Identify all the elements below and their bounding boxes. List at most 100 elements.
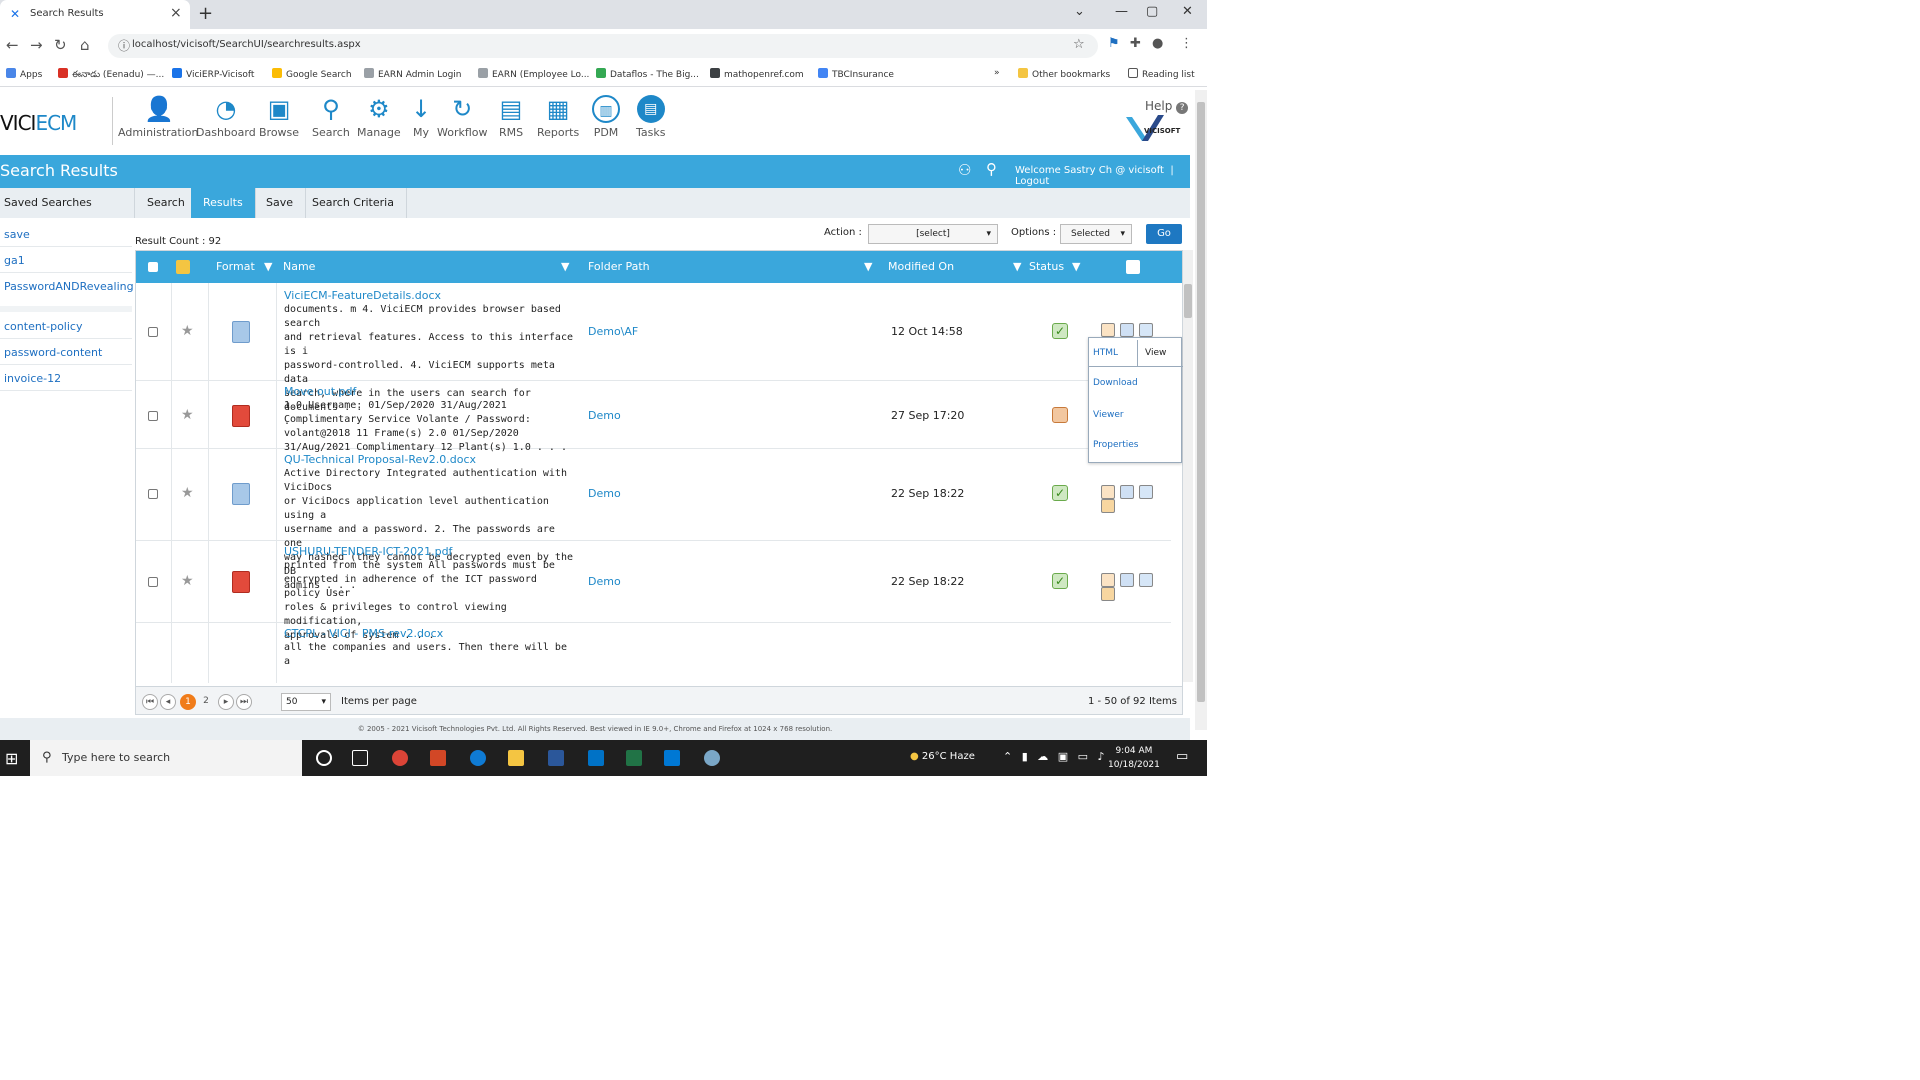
- bookmark-apps[interactable]: Apps: [6, 68, 42, 80]
- grid-scrollbar[interactable]: [1183, 250, 1193, 682]
- toolbar-dashboard[interactable]: ◔ Dashboard: [196, 95, 256, 139]
- go-button[interactable]: Go: [1146, 224, 1182, 244]
- prev-page-icon[interactable]: ◂: [160, 694, 176, 710]
- browser-tab[interactable]: ✕ Search Results ×: [0, 0, 190, 29]
- column-settings-icon[interactable]: [1126, 260, 1140, 274]
- table-row[interactable]: ★ USHURU-TENDER-ICT-2021.pdf printed fro…: [136, 541, 1171, 641]
- toolbar-browse[interactable]: ▣ Browse: [259, 95, 299, 139]
- star-icon[interactable]: ★: [181, 407, 194, 423]
- new-tab-icon[interactable]: +: [198, 3, 213, 24]
- document-link[interactable]: USHURU-TENDER-ICT-2021.pdf: [284, 545, 574, 559]
- bookmark-google[interactable]: Google Search: [272, 68, 352, 80]
- popup-html[interactable]: HTML: [1093, 348, 1118, 358]
- close-window-icon[interactable]: ✕: [1182, 4, 1193, 19]
- bookmark-tbcinsurance[interactable]: TBCInsurance: [818, 68, 894, 80]
- bookmark-earn-employee[interactable]: EARN (Employee Lo...: [478, 68, 589, 80]
- clock[interactable]: 9:04 AM 10/18/2021: [1108, 744, 1160, 772]
- bookmarks-more[interactable]: »: [994, 68, 1000, 78]
- mail-icon[interactable]: [664, 750, 680, 766]
- page-button[interactable]: 1: [180, 694, 196, 710]
- copy-icon[interactable]: [1139, 323, 1153, 337]
- document-link[interactable]: Move out.pdf: [284, 385, 574, 399]
- folder-path-link[interactable]: Demo: [588, 409, 621, 422]
- view-icon[interactable]: [1120, 573, 1134, 587]
- filter-icon[interactable]: ▼: [1072, 260, 1080, 273]
- view-icon[interactable]: [1120, 485, 1134, 499]
- system-tray-icons[interactable]: ⌃ ▮ ☁ ▣ ▭ ♪: [1003, 750, 1108, 763]
- document-link[interactable]: ViciECM-FeatureDetails.docx: [284, 289, 574, 303]
- edge-icon[interactable]: [470, 750, 486, 766]
- word-icon[interactable]: [548, 750, 564, 766]
- help-link[interactable]: Help ?: [1145, 99, 1189, 114]
- toolbar-administration[interactable]: 👤 Administration: [118, 95, 199, 139]
- column-format[interactable]: Format: [216, 260, 255, 273]
- row-checkbox[interactable]: [148, 327, 158, 337]
- users-icon[interactable]: ⚇: [958, 161, 971, 179]
- weather-widget[interactable]: ● 26°C Haze: [910, 751, 975, 762]
- file-explorer-icon[interactable]: [508, 750, 524, 766]
- close-tab-icon[interactable]: ×: [170, 5, 182, 21]
- table-row[interactable]: CTCPL - VICI - PMS-rev2.docx all the com…: [136, 623, 1171, 686]
- logout-link[interactable]: Logout: [1015, 176, 1049, 187]
- grid-scroll-thumb[interactable]: [1184, 284, 1192, 318]
- cortana-icon[interactable]: [316, 750, 332, 766]
- first-page-icon[interactable]: ⏮: [142, 694, 158, 710]
- folder-path-link[interactable]: Demo: [588, 487, 621, 500]
- tab-results[interactable]: Results: [191, 188, 256, 218]
- tab-search-criteria[interactable]: Search Criteria: [300, 188, 407, 218]
- minimize-icon[interactable]: —: [1115, 4, 1128, 19]
- toolbar-my[interactable]: ↓ My: [407, 95, 435, 139]
- column-folder-path[interactable]: Folder Path: [588, 260, 650, 273]
- tab-save[interactable]: Save: [254, 188, 307, 218]
- saved-search-item[interactable]: save: [4, 228, 30, 241]
- saved-search-item[interactable]: ga1: [4, 254, 25, 267]
- page-button[interactable]: 2: [198, 694, 214, 710]
- star-icon[interactable]: ★: [181, 573, 194, 589]
- extensions-puzzle-icon[interactable]: ✚: [1130, 36, 1141, 51]
- saved-search-item[interactable]: content-policy: [4, 320, 82, 333]
- row-checkbox[interactable]: [148, 411, 158, 421]
- maximize-icon[interactable]: ▢: [1146, 4, 1158, 19]
- app-icon[interactable]: [704, 750, 720, 766]
- reading-list[interactable]: Reading list: [1128, 68, 1195, 80]
- excel-icon[interactable]: [626, 750, 642, 766]
- filter-icon[interactable]: ▼: [864, 260, 872, 273]
- filter-icon[interactable]: ▼: [264, 260, 272, 273]
- options-select[interactable]: Selected ▾: [1060, 224, 1132, 244]
- tab-search-icon[interactable]: ⌄: [1074, 4, 1085, 19]
- next-page-icon[interactable]: ▸: [218, 694, 234, 710]
- task-view-icon[interactable]: [352, 750, 368, 766]
- items-per-page-select[interactable]: 50 ▾: [281, 693, 331, 711]
- page-scroll-thumb[interactable]: [1197, 102, 1205, 702]
- popup-properties[interactable]: Properties: [1093, 440, 1138, 450]
- popup-download[interactable]: Download: [1093, 378, 1138, 388]
- other-bookmarks[interactable]: Other bookmarks: [1018, 68, 1110, 80]
- bookmark-dataflos[interactable]: Dataflos - The Big...: [596, 68, 699, 80]
- saved-search-item[interactable]: invoice-12: [4, 372, 61, 385]
- last-page-icon[interactable]: ⏭: [236, 694, 252, 710]
- popup-viewer[interactable]: Viewer: [1093, 410, 1124, 420]
- star-icon[interactable]: ★: [181, 323, 194, 339]
- column-name[interactable]: Name: [283, 260, 315, 273]
- tab-saved-searches[interactable]: Saved Searches: [0, 188, 135, 218]
- toolbar-tasks[interactable]: ▤ Tasks: [636, 95, 665, 139]
- toolbar-reports[interactable]: ▦ Reports: [537, 95, 579, 139]
- bookmark-mathopenref[interactable]: mathopenref.com: [710, 68, 804, 80]
- saved-search-item[interactable]: PasswordANDRevealing: [4, 280, 134, 293]
- document-link[interactable]: CTCPL - VICI - PMS-rev2.docx: [284, 627, 574, 641]
- back-icon[interactable]: ←: [6, 36, 19, 54]
- reload-icon[interactable]: ↻: [54, 36, 67, 54]
- column-status[interactable]: Status: [1029, 260, 1064, 273]
- bookmark-earn-admin[interactable]: EARN Admin Login: [364, 68, 462, 80]
- table-row[interactable]: ★ QU-Technical Proposal-Rev2.0.docx Acti…: [136, 449, 1171, 591]
- popup-view[interactable]: View: [1145, 348, 1166, 358]
- bookmark-vicierp[interactable]: ViciERP-Vicisoft: [172, 68, 254, 80]
- document-link[interactable]: QU-Technical Proposal-Rev2.0.docx: [284, 453, 574, 467]
- toolbar-rms[interactable]: ▤ RMS: [497, 95, 525, 139]
- properties-icon[interactable]: [1101, 499, 1115, 513]
- properties-icon[interactable]: [1101, 587, 1115, 601]
- page-scrollbar[interactable]: [1195, 90, 1207, 730]
- toolbar-search[interactable]: ⚲ Search: [312, 95, 350, 139]
- copy-icon[interactable]: [1139, 573, 1153, 587]
- bookmark-star-icon[interactable]: ☆: [1073, 37, 1085, 52]
